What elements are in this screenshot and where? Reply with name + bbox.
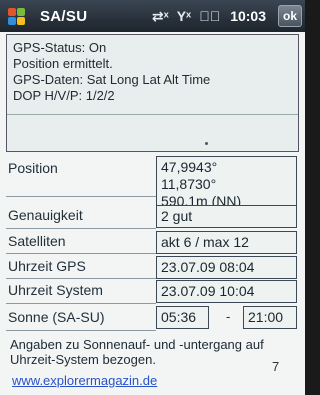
latitude-value: 47,9943° <box>161 159 218 175</box>
row-divider <box>6 196 156 197</box>
accuracy-value: 2 gut <box>156 205 297 228</box>
row-divider <box>6 303 156 304</box>
clock[interactable]: 10:03 <box>230 8 266 24</box>
satellites-value: akt 6 / max 12 <box>156 231 297 254</box>
sunset-value: 21:00 <box>243 306 297 329</box>
windows-start-icon[interactable] <box>2 1 32 31</box>
status-divider <box>7 114 298 115</box>
status-icons: ⇄ˣ Yˣ ◀ﾞ 10:03 ok <box>152 5 305 27</box>
gps-status-line: GPS-Status: On <box>13 40 107 55</box>
sun-separator: - <box>226 309 231 324</box>
title-bar: SA/SU ⇄ˣ Yˣ ◀ﾞ 10:03 ok <box>0 0 305 32</box>
position-label: Position <box>8 160 58 176</box>
website-link[interactable]: www.explorermagazin.de <box>12 373 157 388</box>
row-divider <box>6 278 156 279</box>
device-screen: SA/SU ⇄ˣ Yˣ ◀ﾞ 10:03 ok GPS-Status: On P… <box>0 0 305 395</box>
longitude-value: 11,8730° <box>161 176 217 192</box>
sunrise-value: 05:36 <box>156 306 209 329</box>
accuracy-label: Genauigkeit <box>8 207 83 223</box>
row-divider <box>6 228 156 229</box>
status-dot <box>205 142 208 145</box>
gps-data-line: GPS-Daten: Sat Long Lat Alt Time <box>13 72 211 87</box>
app-title: SA/SU <box>40 7 88 25</box>
connectivity-icon[interactable]: ⇄ˣ <box>152 8 169 25</box>
page-number: 7 <box>272 359 280 374</box>
footer-note: Angaben zu Sonnenauf- und -untergang auf… <box>10 337 264 367</box>
volume-icon[interactable]: ◀ﾞ <box>199 8 220 24</box>
dop-line: DOP H/V/P: 1/2/2 <box>13 88 115 103</box>
system-time-label: Uhrzeit System <box>8 282 103 298</box>
gps-time-label: Uhrzeit GPS <box>8 258 86 274</box>
row-divider <box>6 330 156 331</box>
gps-status-panel: GPS-Status: On Position ermittelt. GPS-D… <box>6 34 299 152</box>
row-divider <box>6 253 156 254</box>
sun-label: Sonne (SA-SU) <box>8 309 105 325</box>
gps-time-value: 23.07.09 08:04 <box>156 256 297 279</box>
satellites-label: Satelliten <box>8 233 66 249</box>
ok-button[interactable]: ok <box>278 5 302 27</box>
signal-icon[interactable]: Yˣ <box>177 8 191 24</box>
system-time-value: 23.07.09 10:04 <box>156 280 297 303</box>
position-status-line: Position ermittelt. <box>13 56 113 71</box>
